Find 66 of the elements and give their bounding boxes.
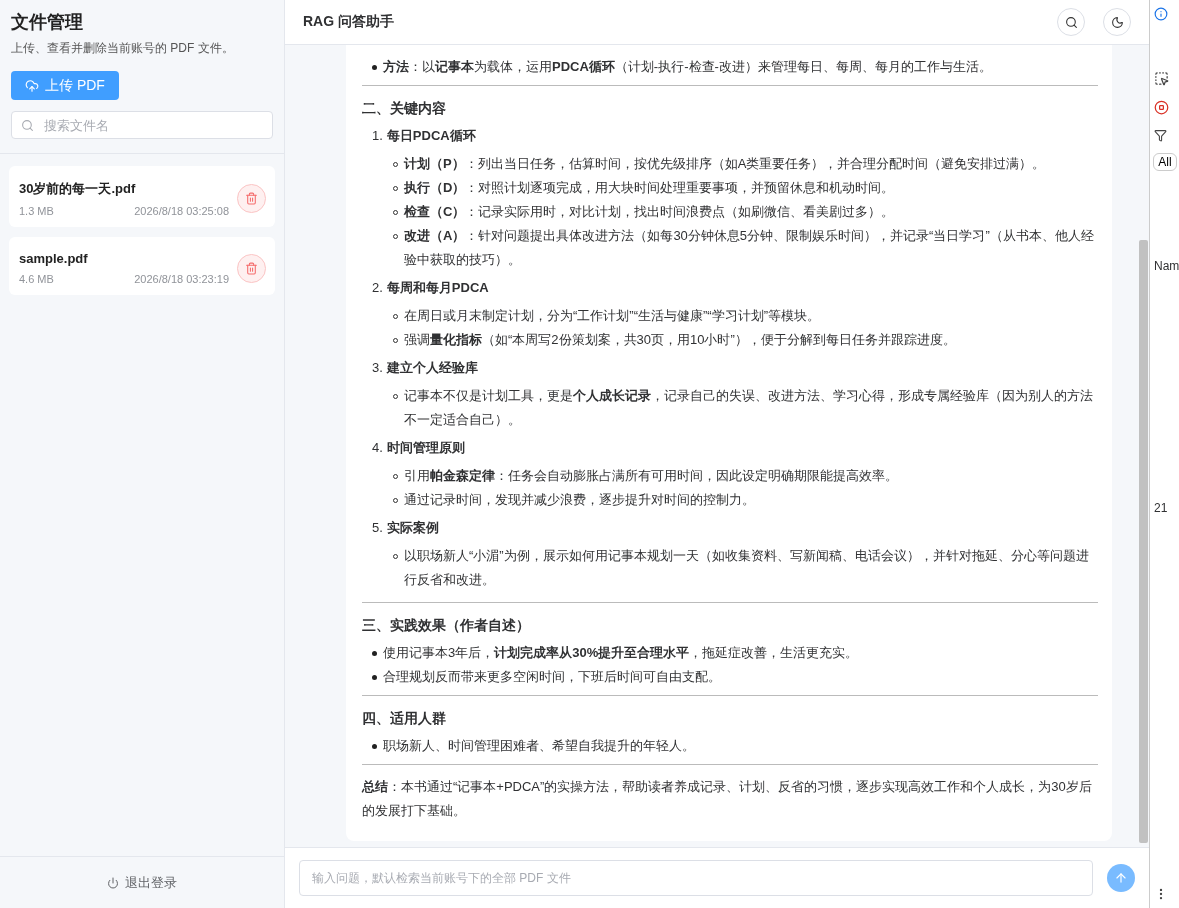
list-item-text: 改进（A）：针对问题提出具体改进方法（如每30分钟休息5分钟、限制娱乐时间），并记录“当日学习”（从书本、他人经验中获取的技巧）。 [404, 227, 1095, 269]
trash-icon [245, 192, 258, 205]
list-item-text: 以职场新人“小湄”为例，展示如何用记事本规划一天（如收集资料、写新闻稿、电话会议），并针对拖延、分心等问题进行反省和改进。 [404, 547, 1090, 589]
list-number: 4. [372, 439, 383, 457]
search-icon [1064, 15, 1078, 29]
row-value: 21 [1153, 501, 1169, 515]
list-item-heading: 建立个人经验库 [386, 359, 478, 377]
list-item-heading: 实际案例 [386, 519, 439, 537]
list-item-text: 合理规划反而带来更多空闲时间，下班后时间可自由支配。 [383, 668, 722, 686]
file-name: 30岁前的每一天.pdf [19, 180, 137, 198]
list-item-text: 使用记事本3年后，计划完成率从30%提升至合理水平，拖延症改善，生活更充实。 [383, 644, 860, 662]
inspect-icon[interactable] [1154, 71, 1169, 86]
section-heading: 四、适用人群 [362, 709, 447, 728]
arrow-up-icon [1114, 871, 1128, 885]
list-item-text: 强调量化指标（如“本周写2份策划案，共30页，用10小时”），便于分解到每日任务并跟踪进度。 [404, 331, 957, 349]
search-input[interactable]: 搜索文件名 [42, 116, 263, 134]
list-number: 1. [372, 127, 383, 145]
list-number: 3. [372, 359, 383, 377]
header-title: RAG 问答助手 [303, 13, 395, 31]
stop-icon[interactable] [1154, 100, 1169, 115]
info-icon[interactable] [1154, 7, 1168, 21]
list-item-text: 检查（C）：记录实际用时，对比计划，找出时间浪费点（如刷微信、看美剧过多）。 [404, 203, 896, 221]
file-time: 2026/8/18 03:25:08 [134, 205, 229, 217]
bullet-dot [372, 675, 377, 680]
section-heading: 三、实践效果（作者自述） [362, 616, 531, 635]
file-size: 4.6 MB [19, 273, 54, 285]
moon-icon [1110, 15, 1124, 29]
bullet-dot [372, 651, 377, 656]
summary-paragraph: 总结：本书通过“记事本+PDCA”的实操方法，帮助读者养成记录、计划、反省的习惯，逐步实现高效工作和个人成长，为30岁后的发展打下基础。 [362, 779, 1092, 818]
list-item-text: 在周日或月末制定计划，分为“工作计划”“生活与健康”“学习计划”等模块。 [404, 307, 821, 325]
filter-icon[interactable] [1154, 129, 1167, 142]
list-item-heading: 每周和每月PDCA [386, 279, 489, 297]
scrollbar-thumb[interactable] [1139, 240, 1148, 843]
list-item-text: 执行（D）：对照计划逐项完成，用大块时间处理重要事项，并预留休息和机动时间。 [404, 179, 896, 197]
sidebar-title: 文件管理 [11, 11, 83, 34]
file-card[interactable]: 30岁前的每一天.pdf 1.3 MB 2026/8/18 03:25:08 [9, 166, 275, 227]
cloud-upload-icon [25, 78, 39, 93]
bullet-dot [372, 744, 377, 749]
filter-chip[interactable]: All [1153, 153, 1177, 171]
trash-icon [245, 261, 258, 275]
question-input[interactable]: 输入问题，默认检索当前账号下的全部 PDF 文件 [299, 860, 1093, 896]
list-item-text: 计划（P）：列出当日任务，估算时间，按优先级排序（如A类重要任务），并合理分配时间（避免安排过满）。 [404, 155, 1047, 173]
list-item-text: 职场新人、时间管理困难者、希望自我提升的年轻人。 [383, 737, 696, 755]
file-card[interactable]: sample.pdf 4.6 MB 2026/8/18 03:23:19 [9, 237, 275, 295]
file-time: 2026/8/18 03:23:19 [134, 273, 229, 285]
list-item-text: 记事本不仅是计划工具，更是个人成长记录，记录自己的失误、改进方法、学习心得，形成专属经验库（因为别人的方法不一定适合自己）。 [404, 387, 1094, 429]
theme-toggle-button[interactable] [1103, 8, 1131, 36]
sidebar-subtitle: 上传、查看并删除当前账号的 PDF 文件。 [11, 40, 234, 57]
list-item-heading: 每日PDCA循环 [386, 127, 476, 145]
search-button[interactable] [1057, 8, 1085, 36]
file-name: sample.pdf [19, 251, 89, 266]
list-item-text: 通过记录时间，发现并减少浪费，逐步提升对时间的控制力。 [404, 491, 756, 509]
delete-button[interactable] [237, 253, 266, 283]
list-item-heading: 时间管理原则 [386, 439, 465, 457]
section-heading: 二、关键内容 [362, 99, 447, 118]
delete-button[interactable] [237, 184, 266, 213]
column-header: Nam [1153, 259, 1179, 273]
list-number: 5. [372, 519, 383, 537]
list-item-text: 引用帕金森定律：任务会自动膨胀占满所有可用时间，因此设定明确期限能提高效率。 [404, 467, 899, 485]
list-item-text: 方法：以记事本为载体，运用PDCA循环（计划-执行-检查-改进）来管理每日、每周、每月的工作与生活。 [383, 58, 993, 76]
file-size: 1.3 MB [19, 205, 54, 217]
search-icon [21, 118, 34, 132]
bullet-dot [372, 65, 377, 70]
list-number: 2. [372, 279, 383, 297]
search-field[interactable]: 搜索文件名 [11, 111, 273, 139]
power-icon [107, 876, 119, 889]
